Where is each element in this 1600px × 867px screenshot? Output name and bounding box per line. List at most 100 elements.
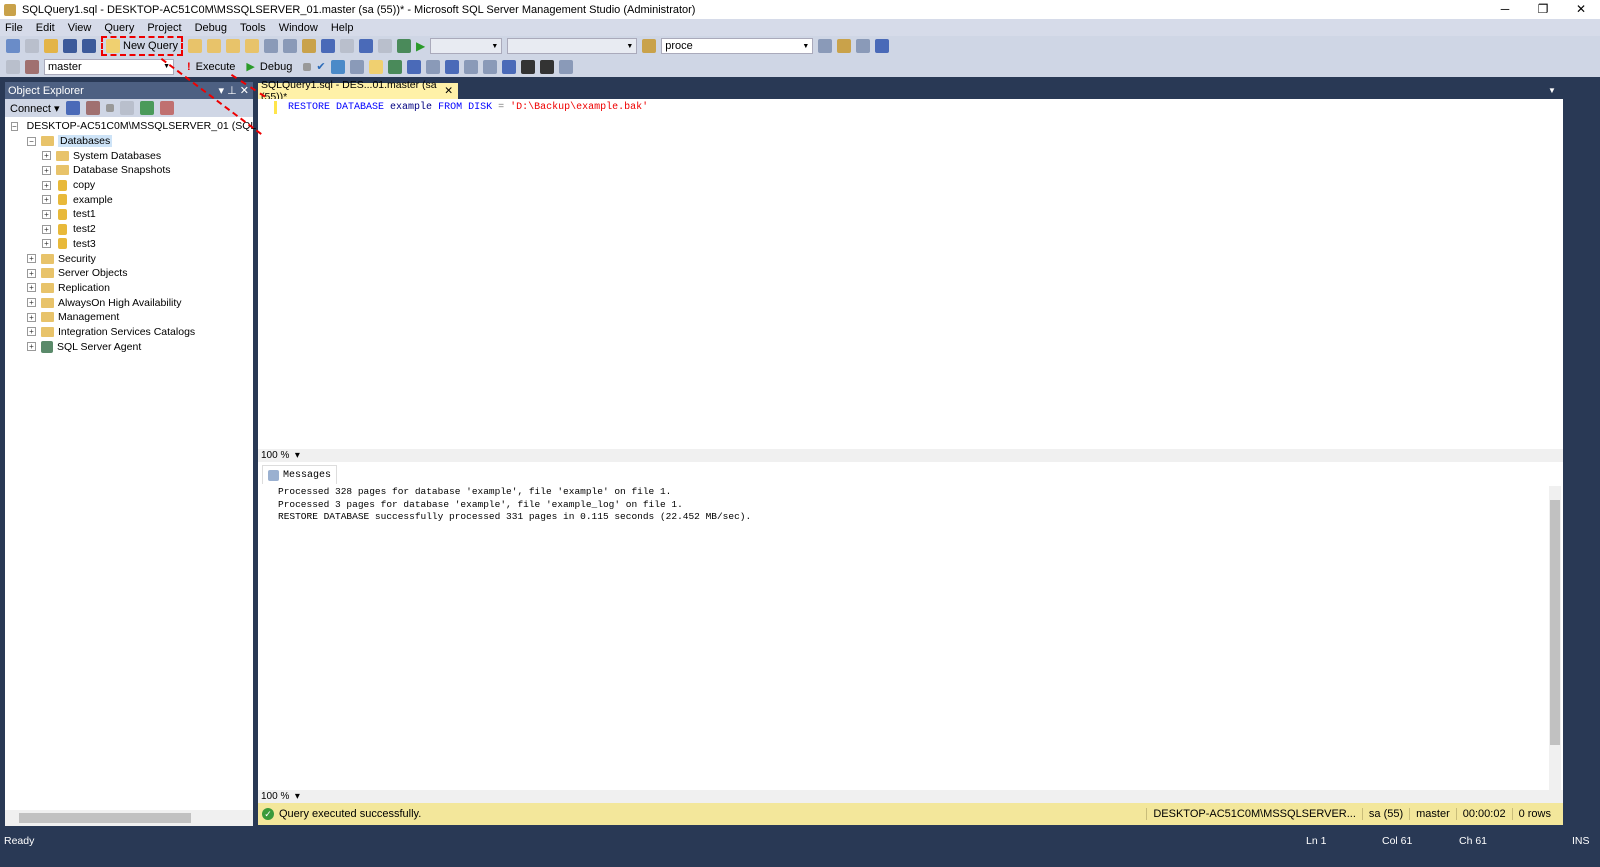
menu-edit[interactable]: Edit [36, 22, 55, 34]
collapse-icon[interactable]: − [11, 121, 18, 131]
tree-node-databases[interactable]: − Databases [5, 134, 253, 149]
query-editor[interactable]: RESTORE DATABASE example FROM DISK = 'D:… [258, 99, 1563, 462]
tab-messages[interactable]: Messages [262, 465, 338, 484]
menu-debug[interactable]: Debug [195, 22, 227, 34]
tree-node-system-databases[interactable]: + System Databases [5, 148, 253, 163]
uncomment-icon[interactable] [501, 59, 516, 74]
expand-icon[interactable]: + [42, 195, 51, 205]
paste-icon[interactable] [302, 39, 317, 53]
menu-window[interactable]: Window [279, 22, 318, 34]
expand-icon[interactable]: + [42, 224, 51, 234]
connect-dropdown[interactable]: Connect ▾ [10, 102, 60, 115]
save-icon[interactable] [63, 39, 77, 53]
tree-node-alwayson[interactable]: + AlwaysOn High Availability [5, 295, 253, 310]
connect-object-icon[interactable] [65, 101, 80, 115]
expand-icon[interactable]: + [27, 327, 36, 337]
xmla-query-icon[interactable] [245, 39, 260, 53]
tab-list-icon[interactable]: ▼ [1548, 86, 1556, 95]
database-engine-query-icon[interactable] [188, 39, 203, 53]
platform-combo[interactable]: ▼ [507, 38, 638, 54]
new-query-button[interactable]: New Query [101, 36, 184, 56]
tree-node-db-test1[interactable]: + test1 [5, 207, 253, 222]
copy-icon[interactable] [283, 39, 298, 53]
editor-zoom-combo[interactable]: 100 % [261, 450, 289, 461]
toolbox-icon[interactable] [875, 39, 890, 53]
horizontal-scrollbar[interactable] [5, 810, 253, 826]
expand-icon[interactable]: + [27, 254, 36, 264]
object-explorer-icon[interactable] [837, 39, 852, 53]
tree-node-sql-server-agent[interactable]: + SQL Server Agent [5, 339, 253, 354]
tree-node-db-copy[interactable]: + copy [5, 178, 253, 193]
collapse-icon[interactable]: − [27, 136, 36, 146]
menu-file[interactable]: File [5, 22, 23, 34]
expand-icon[interactable]: + [27, 312, 36, 322]
client-statistics-icon[interactable] [425, 59, 440, 74]
close-tab-icon[interactable]: ✕ [444, 85, 453, 97]
available-databases-combo[interactable]: master ▼ [44, 58, 174, 75]
refresh-icon[interactable] [139, 101, 154, 115]
maximize-button[interactable]: ❐ [1524, 0, 1562, 19]
query-designer-icon[interactable] [349, 59, 364, 74]
tab-sqlquery1[interactable]: SQLQuery1.sql - DES...01.master (sa (55)… [258, 79, 458, 103]
undo-icon[interactable] [321, 39, 336, 53]
activity-monitor-oe-icon[interactable] [159, 101, 174, 115]
stop-icon[interactable] [105, 104, 114, 112]
cut-icon[interactable] [264, 39, 279, 53]
menu-help[interactable]: Help [331, 22, 354, 34]
tree-node-db-test3[interactable]: + test3 [5, 237, 253, 252]
results-to-grid-icon[interactable] [463, 59, 478, 74]
tree-node-replication[interactable]: + Replication [5, 281, 253, 296]
tree-node-db-example[interactable]: + example [5, 192, 253, 207]
start-debug-icon[interactable]: ▶ [416, 39, 425, 53]
disconnect-icon[interactable] [25, 59, 39, 74]
scroll-thumb[interactable] [19, 813, 191, 823]
display-estimated-plan-icon[interactable] [330, 59, 345, 74]
vertical-scrollbar[interactable] [1549, 486, 1561, 796]
pin-icon[interactable]: ⊥ [227, 85, 237, 97]
find-combo[interactable]: proce ▼ [661, 38, 814, 54]
activity-monitor-icon[interactable] [397, 39, 412, 53]
specify-values-icon[interactable] [558, 59, 573, 74]
expand-icon[interactable]: + [42, 239, 51, 249]
minimize-button[interactable]: ─ [1486, 0, 1524, 19]
parse-icon[interactable]: ✔ [316, 60, 325, 73]
redo-icon[interactable] [340, 39, 355, 53]
save-all-icon[interactable] [82, 39, 96, 53]
new-project-icon[interactable] [6, 39, 20, 53]
expand-icon[interactable]: + [27, 283, 36, 293]
menu-view[interactable]: View [68, 22, 92, 34]
tree-node-db-test2[interactable]: + test2 [5, 222, 253, 237]
tree-node-server-objects[interactable]: + Server Objects [5, 266, 253, 281]
results-to-text-icon[interactable] [444, 59, 459, 74]
tree-node-management[interactable]: + Management [5, 310, 253, 325]
results-zoom-combo[interactable]: 100 % [261, 791, 289, 802]
tree-node-security[interactable]: + Security [5, 251, 253, 266]
dropdown-icon[interactable]: ▾ [219, 85, 225, 97]
registered-servers-icon[interactable] [818, 39, 833, 53]
expand-icon[interactable]: + [42, 165, 51, 175]
debug-button[interactable]: Debug [260, 61, 292, 73]
filter-icon[interactable] [119, 101, 134, 115]
expand-icon[interactable]: + [27, 268, 36, 278]
navigate-backward-icon[interactable] [359, 39, 374, 53]
menu-project[interactable]: Project [147, 22, 181, 34]
menu-tools[interactable]: Tools [240, 22, 266, 34]
decrease-indent-icon[interactable] [520, 59, 535, 74]
open-file-icon[interactable] [44, 39, 58, 53]
intellisense-icon[interactable] [368, 59, 383, 74]
tree-node-database-snapshots[interactable]: + Database Snapshots [5, 163, 253, 178]
include-actual-plan-icon[interactable] [387, 59, 402, 74]
comment-icon[interactable] [482, 59, 497, 74]
add-item-icon[interactable] [25, 39, 39, 53]
navigate-forward-icon[interactable] [378, 39, 393, 53]
solution-config-combo[interactable]: ▼ [430, 38, 503, 54]
expand-icon[interactable]: + [27, 342, 36, 352]
expand-icon[interactable]: + [42, 180, 51, 190]
disconnect-object-icon[interactable] [85, 101, 100, 115]
find-in-files-icon[interactable] [642, 39, 657, 53]
cancel-query-icon[interactable] [303, 62, 312, 71]
expand-icon[interactable]: + [42, 209, 51, 219]
expand-icon[interactable]: + [42, 151, 51, 161]
close-button[interactable]: ✕ [1562, 0, 1600, 19]
scroll-thumb[interactable] [1550, 500, 1560, 745]
